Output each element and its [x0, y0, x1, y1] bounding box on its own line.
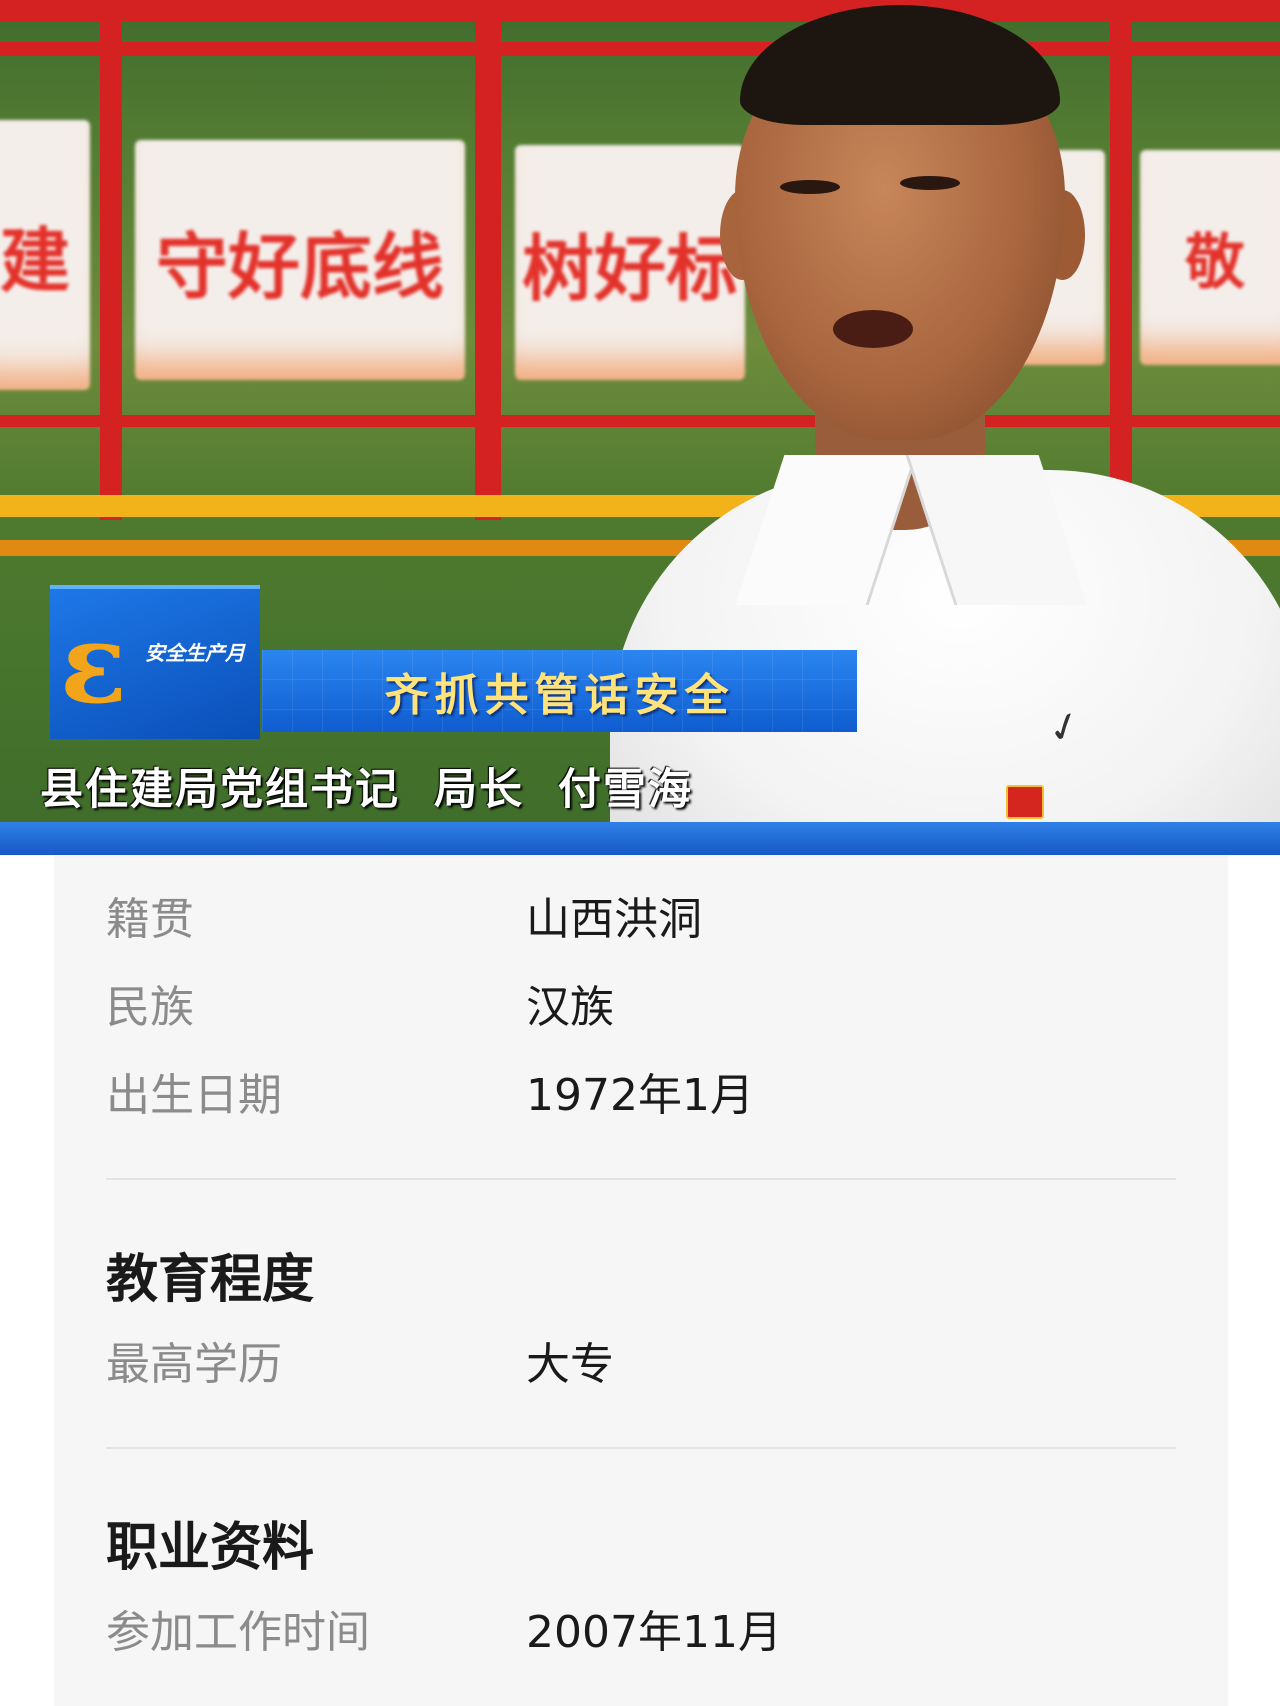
banner-panel: 守好底线 — [135, 140, 465, 380]
railing-post — [1110, 0, 1132, 520]
lower-third-title: 齐抓共管话安全 — [262, 650, 857, 732]
logo-text: 安全生产月 — [145, 641, 245, 665]
railing-top — [0, 0, 1280, 22]
row-label: 出生日期 — [106, 1070, 282, 1121]
row-value: 汉族 — [526, 982, 614, 1033]
section-divider — [106, 1447, 1176, 1449]
info-row-work-start: 参加工作时间 2007年11月 — [106, 1598, 782, 1658]
logo-mark-icon: ɛ — [60, 599, 127, 728]
eye — [900, 176, 960, 190]
railing-bar — [0, 42, 1280, 56]
row-value: 大专 — [526, 1339, 614, 1390]
banner-panel: 建 — [0, 120, 90, 390]
row-label: 参加工作时间 — [106, 1607, 370, 1658]
row-label: 民族 — [106, 982, 194, 1033]
hair — [740, 5, 1060, 125]
info-row-ethnicity: 民族 汉族 — [106, 973, 614, 1033]
railing-post — [100, 0, 122, 520]
lower-third-caption: 县住建局党组书记 局长 付雪海 — [40, 765, 693, 815]
banner-panel: 敬 — [1140, 150, 1280, 365]
row-label: 籍贯 — [106, 894, 194, 945]
section-divider — [106, 1178, 1176, 1180]
row-value: 2007年11月 — [526, 1607, 782, 1658]
mouth — [833, 310, 913, 348]
profile-card: 籍贯 山西洪洞 民族 汉族 出生日期 1972年1月 教育程度 最高学历 大专 … — [54, 855, 1228, 1706]
railing-bar — [0, 415, 1280, 427]
safety-month-logo: ɛ 安全生产月 — [50, 585, 260, 739]
eye — [780, 180, 840, 194]
row-label: 最高学历 — [106, 1339, 282, 1390]
news-photo[interactable]: 建 守好底线 树好标 敬 ✓ ɛ 安全生产月 齐抓共管话安全 县住建局党组书记 … — [0, 0, 1280, 855]
info-row-native-place: 籍贯 山西洪洞 — [106, 885, 702, 945]
info-row-highest-degree: 最高学历 大专 — [106, 1330, 614, 1390]
section-title-education: 教育程度 — [106, 1250, 315, 1310]
lower-third-bar — [0, 822, 1280, 855]
info-row-birth-date: 出生日期 1972年1月 — [106, 1061, 754, 1121]
section-title-career: 职业资料 — [106, 1518, 315, 1578]
party-badge-icon — [1006, 785, 1044, 819]
railing-post — [475, 0, 501, 520]
row-value: 山西洪洞 — [526, 894, 702, 945]
row-value: 1972年1月 — [526, 1070, 754, 1121]
banner-panel: 树好标 — [515, 145, 745, 380]
